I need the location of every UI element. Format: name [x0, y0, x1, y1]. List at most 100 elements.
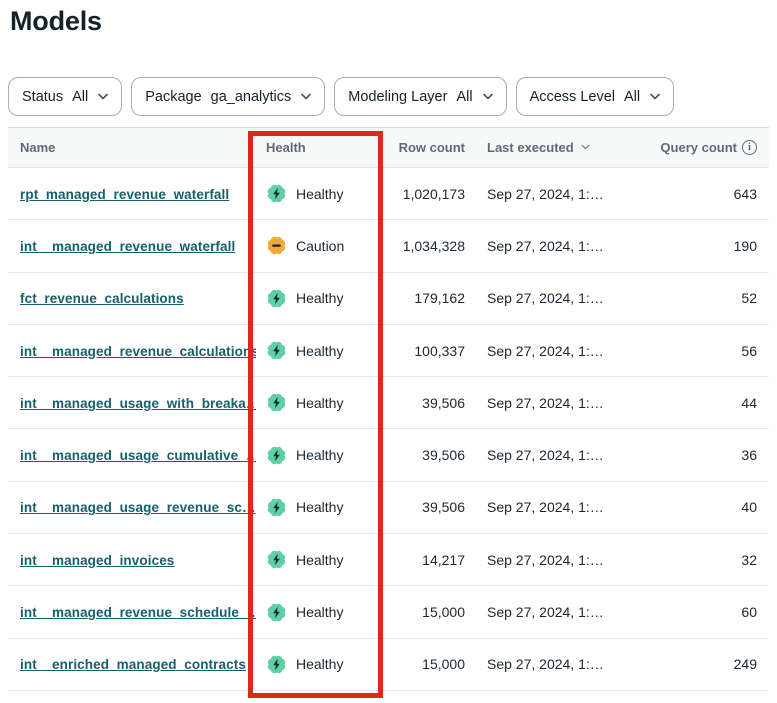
model-name-link[interactable]: int__managed_usage_revenue_sc…: [20, 500, 256, 515]
health-cell: Healthy: [256, 654, 382, 675]
health-badge: [266, 183, 287, 204]
query-count-cell: 40: [635, 499, 769, 515]
row-count-cell: 39,506: [382, 447, 465, 463]
health-label: Healthy: [296, 186, 343, 202]
health-label: Healthy: [296, 604, 343, 620]
model-name-link[interactable]: fct_revenue_calculations: [20, 291, 184, 306]
health-label: Healthy: [296, 290, 343, 306]
page-title: Models: [10, 6, 777, 37]
table-body: rpt_managed_revenue_waterfall Healthy 1,…: [8, 168, 769, 691]
health-label: Healthy: [296, 552, 343, 568]
health-label: Healthy: [296, 499, 343, 515]
row-count-cell: 14,217: [382, 552, 465, 568]
model-name-link[interactable]: int__managed_revenue_waterfall: [20, 239, 235, 254]
info-icon[interactable]: i: [742, 140, 757, 155]
caution-minus-icon: [272, 245, 281, 247]
row-count-cell: 100,337: [382, 343, 465, 359]
model-name-link[interactable]: rpt_managed_revenue_waterfall: [20, 187, 229, 202]
model-name-cell: int__managed_revenue_waterfall: [8, 238, 256, 254]
last-executed-cell: Sep 27, 2024, 1:…: [465, 395, 635, 411]
health-label: Healthy: [296, 343, 343, 359]
column-header-row-count: Row count: [382, 140, 465, 155]
model-name-cell: int__managed_revenue_schedule_…: [8, 604, 256, 620]
filter-label: Access Level: [530, 89, 615, 105]
last-executed-cell: Sep 27, 2024, 1:…: [465, 552, 635, 568]
chevron-down-icon: [650, 93, 660, 100]
table-row: int__managed_revenue_schedule_… Healthy …: [8, 586, 769, 638]
model-name-cell: fct_revenue_calculations: [8, 290, 256, 306]
chevron-down-icon: [483, 93, 493, 100]
column-header-last-executed[interactable]: Last executed: [465, 140, 635, 155]
health-cell: Healthy: [256, 183, 382, 204]
health-label: Healthy: [296, 447, 343, 463]
query-count-cell: 249: [635, 656, 769, 672]
sort-chevron-icon: [581, 144, 591, 151]
column-header-query-count: Query count i: [635, 140, 769, 155]
health-cell: Healthy: [256, 602, 382, 623]
filter-label: Modeling Layer: [348, 89, 447, 105]
table-row: int__managed_usage_revenue_sc… Healthy 3…: [8, 482, 769, 534]
model-name-link[interactable]: int__managed_revenue_schedule_…: [20, 605, 256, 620]
model-name-link[interactable]: int__managed_usage_cumulative_…: [20, 448, 256, 463]
query-count-cell: 60: [635, 604, 769, 620]
row-count-cell: 1,034,328: [382, 238, 465, 254]
filter-value: ga_analytics: [211, 89, 292, 105]
health-badge: [266, 340, 287, 361]
health-cell: Healthy: [256, 497, 382, 518]
last-executed-cell: Sep 27, 2024, 1:…: [465, 238, 635, 254]
query-count-cell: 52: [635, 290, 769, 306]
health-cell: Healthy: [256, 288, 382, 309]
filter-chip-status[interactable]: Status All: [8, 77, 122, 116]
health-badge: [266, 392, 287, 413]
column-header-query-count-label: Query count: [660, 140, 737, 155]
health-label: Caution: [296, 238, 344, 254]
table-row: int__managed_revenue_calculations Health…: [8, 325, 769, 377]
health-cell: Healthy: [256, 392, 382, 413]
row-count-cell: 179,162: [382, 290, 465, 306]
row-count-cell: 39,506: [382, 499, 465, 515]
model-name-cell: int__managed_invoices: [8, 552, 256, 568]
last-executed-cell: Sep 27, 2024, 1:…: [465, 656, 635, 672]
table-row: int__managed_usage_cumulative_… Healthy …: [8, 429, 769, 481]
filter-value: All: [624, 89, 640, 105]
query-count-cell: 36: [635, 447, 769, 463]
table-row: int__managed_usage_with_breaka… Healthy …: [8, 377, 769, 429]
query-count-cell: 643: [635, 186, 769, 202]
last-executed-cell: Sep 27, 2024, 1:…: [465, 186, 635, 202]
row-count-cell: 15,000: [382, 656, 465, 672]
model-name-link[interactable]: int__managed_usage_with_breaka…: [20, 396, 256, 411]
last-executed-cell: Sep 27, 2024, 1:…: [465, 290, 635, 306]
health-label: Healthy: [296, 395, 343, 411]
model-name-cell: int__managed_usage_cumulative_…: [8, 447, 256, 463]
row-count-cell: 1,020,173: [382, 186, 465, 202]
chevron-down-icon: [98, 93, 108, 100]
model-name-link[interactable]: int__managed_invoices: [20, 553, 174, 568]
table-row: fct_revenue_calculations Healthy 179,162…: [8, 273, 769, 325]
model-name-cell: int__managed_usage_revenue_sc…: [8, 499, 256, 515]
last-executed-cell: Sep 27, 2024, 1:…: [465, 447, 635, 463]
health-badge: [266, 497, 287, 518]
model-name-link[interactable]: int__managed_revenue_calculations: [20, 344, 256, 359]
query-count-cell: 190: [635, 238, 769, 254]
table-header-row: Name Health Row count Last executed Quer…: [8, 128, 769, 168]
column-header-health: Health: [256, 140, 382, 155]
health-badge: [266, 235, 287, 256]
model-name-cell: rpt_managed_revenue_waterfall: [8, 186, 256, 202]
models-table: Name Health Row count Last executed Quer…: [8, 127, 769, 691]
table-row: rpt_managed_revenue_waterfall Healthy 1,…: [8, 168, 769, 220]
filter-label: Package: [145, 89, 201, 105]
health-cell: Healthy: [256, 340, 382, 361]
model-name-cell: int__managed_revenue_calculations: [8, 343, 256, 359]
model-name-cell: int__managed_usage_with_breaka…: [8, 395, 256, 411]
query-count-cell: 32: [635, 552, 769, 568]
health-badge: [266, 445, 287, 466]
model-name-cell: int__enriched_managed_contracts: [8, 656, 256, 672]
filter-chip-package[interactable]: Package ga_analytics: [131, 77, 325, 116]
health-cell: Healthy: [256, 445, 382, 466]
filter-chip-access-level[interactable]: Access Level All: [516, 77, 675, 116]
filter-label: Status: [22, 89, 63, 105]
filter-value: All: [72, 89, 88, 105]
filter-chip-modeling-layer[interactable]: Modeling Layer All: [334, 77, 506, 116]
health-cell: Healthy: [256, 549, 382, 570]
model-name-link[interactable]: int__enriched_managed_contracts: [20, 657, 246, 672]
